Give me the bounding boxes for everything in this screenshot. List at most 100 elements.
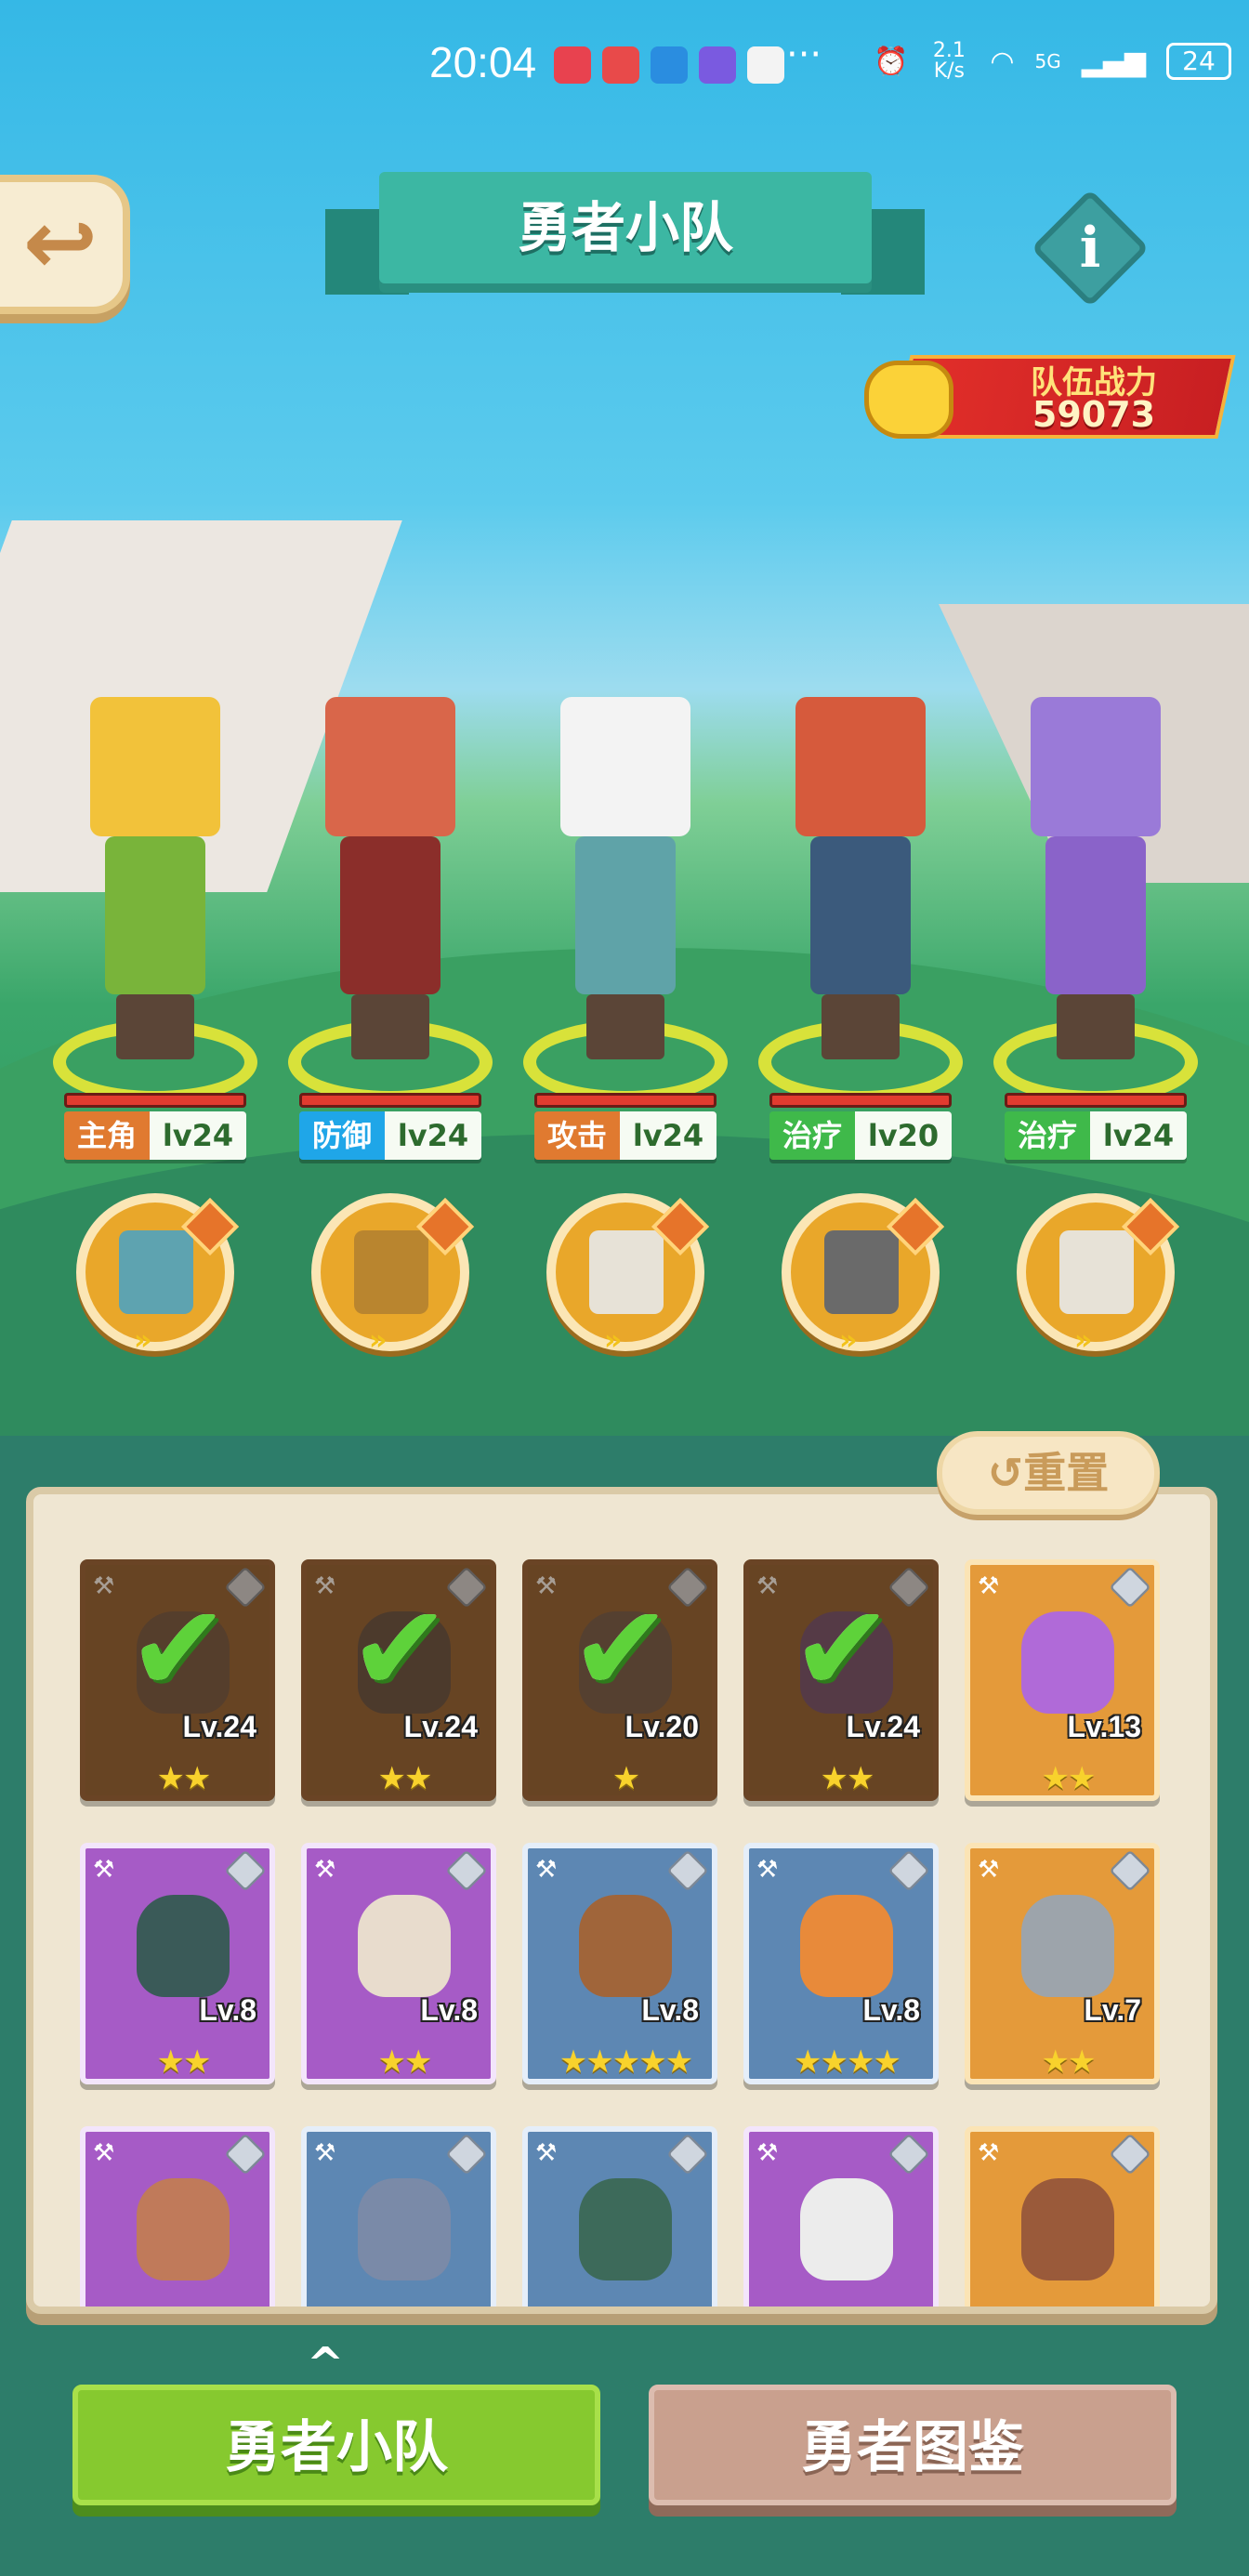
class-icon: ⚒ (93, 1856, 115, 1884)
hero-face (579, 2178, 672, 2280)
class-icon: ⚒ (535, 1572, 558, 1600)
selected-check-icon: ✔ (570, 1578, 672, 1719)
hero-role-tag: 治疗 lv20 (769, 1111, 952, 1160)
hero-roster-panel[interactable]: ⚒ ✔ Lv.24 ★★ ⚒ ✔ Lv.24 ★★ ⚒ ✔ Lv.20 ★ ⚒ … (26, 1487, 1217, 2314)
hero-figure[interactable] (542, 595, 709, 1059)
pet-slot[interactable]: » (1017, 1193, 1180, 1357)
hero-hp-bar (534, 1093, 717, 1108)
pet-slot[interactable]: » (546, 1193, 710, 1357)
hero-face (1021, 2178, 1114, 2280)
pet-upgrade-arrows: » (369, 1324, 388, 1357)
hero-legs (586, 994, 664, 1059)
selected-check-icon: ✔ (127, 1578, 230, 1719)
weather-icon (651, 46, 688, 84)
app-notification-icon (602, 46, 639, 84)
back-arrow-icon: ↩ (22, 191, 99, 295)
hero-slot[interactable]: 攻击 lv24 » (519, 595, 732, 1357)
hero-figure[interactable] (1012, 595, 1179, 1059)
hero-face (137, 2178, 230, 2280)
more-notifications-icon: ··· (786, 33, 822, 76)
hero-card[interactable]: ⚒ Lv.8 ★★★★★ (522, 1843, 717, 2084)
pet-upgrade-arrows: » (134, 1324, 152, 1357)
hero-card[interactable]: ⚒ (965, 2126, 1160, 2307)
pet-upgrade-arrows: » (604, 1324, 623, 1357)
hero-role: 治疗 (769, 1111, 855, 1160)
card-stars: ★★ (1041, 1760, 1097, 1797)
pet-icon (589, 1230, 664, 1314)
pet-slot[interactable]: » (311, 1193, 475, 1357)
hero-hp-bar (64, 1093, 246, 1108)
hero-legs (1057, 994, 1135, 1059)
hero-card[interactable]: ⚒ (743, 2126, 939, 2307)
title-ribbon: 勇者小队 (325, 172, 925, 302)
card-stars: ★★ (156, 1760, 212, 1797)
hero-card[interactable]: ⚒ (522, 2126, 717, 2307)
class-icon: ⚒ (978, 2139, 1000, 2167)
music-icon (699, 46, 736, 84)
hero-body (810, 836, 911, 994)
pet-slot[interactable]: » (76, 1193, 240, 1357)
status-time: 20:04 (429, 38, 537, 86)
info-icon: i (1079, 216, 1101, 281)
hero-card[interactable]: ⚒ Lv.8 ★★★★ (743, 1843, 939, 2084)
hero-face (800, 2178, 893, 2280)
hero-slot[interactable]: 主角 lv24 » (48, 595, 262, 1357)
card-level: Lv.8 (420, 1993, 478, 2027)
card-stars: ★★★★★ (559, 2044, 693, 2081)
class-icon: ⚒ (756, 1572, 779, 1600)
hero-face (358, 1895, 451, 1997)
hero-head (560, 697, 690, 836)
hero-figure[interactable] (72, 595, 239, 1059)
hero-card[interactable]: ⚒ Lv.13 ★★ (965, 1559, 1160, 1801)
pet-icon (354, 1230, 428, 1314)
hero-level: lv24 (620, 1111, 717, 1160)
hero-card[interactable]: ⚒ ✔ Lv.20 ★ (522, 1559, 717, 1801)
hero-role: 治疗 (1005, 1111, 1090, 1160)
hero-legs (351, 994, 429, 1059)
reset-button[interactable]: ↺重置 (937, 1431, 1160, 1515)
selected-check-icon: ✔ (348, 1578, 451, 1719)
hero-face (1021, 1611, 1114, 1714)
hero-slot[interactable]: 防御 lv24 » (283, 595, 497, 1357)
class-icon: ⚒ (535, 2139, 558, 2167)
hero-card[interactable]: ⚒ (301, 2126, 496, 2307)
pet-slot[interactable]: » (782, 1193, 945, 1357)
battery-icon: 24 (1166, 43, 1231, 80)
pet-upgrade-arrows: » (1074, 1324, 1093, 1357)
hero-legs (822, 994, 900, 1059)
card-stars: ★★ (820, 1760, 875, 1797)
class-icon: ⚒ (756, 2139, 779, 2167)
tab-hero-guide[interactable]: 勇者图鉴 (649, 2385, 1177, 2505)
hero-card[interactable]: ⚒ ✔ Lv.24 ★★ (80, 1559, 275, 1801)
hero-head (1031, 697, 1161, 836)
hero-card[interactable]: ⚒ ✔ Lv.24 ★★ (301, 1559, 496, 1801)
card-level: Lv.24 (182, 1710, 256, 1743)
class-icon: ⚒ (535, 1856, 558, 1884)
hero-hp-bar (299, 1093, 481, 1108)
hero-figure[interactable] (777, 595, 944, 1059)
card-stars: ★★ (377, 1760, 433, 1797)
hero-slot[interactable]: 治疗 lv24 » (989, 595, 1203, 1357)
hero-card[interactable]: ⚒ Lv.7 ★★ (965, 1843, 1160, 2084)
net-speed: 2.1 K/s (932, 39, 966, 83)
card-stars: ★★ (1041, 2044, 1097, 2081)
card-stars: ★★★★ (794, 2044, 901, 2081)
hero-role: 防御 (299, 1111, 385, 1160)
status-right: ⏰ 2.1 K/s ◠ 5G ▂▄▆ 24 (874, 41, 1231, 82)
card-level: Lv.13 (1067, 1710, 1141, 1743)
hero-card[interactable]: ⚒ Lv.8 ★★ (80, 1843, 275, 2084)
tab-hero-team[interactable]: 勇者小队 (72, 2385, 600, 2505)
hero-role-tag: 防御 lv24 (299, 1111, 481, 1160)
hero-card[interactable]: ⚒ Lv.8 ★★ (301, 1843, 496, 2084)
back-button[interactable]: ↩ (0, 175, 130, 314)
hero-card[interactable]: ⚒ (80, 2126, 275, 2307)
hero-body (1045, 836, 1146, 994)
wifi-icon: ◠ (990, 45, 1015, 78)
hero-figure[interactable] (307, 595, 474, 1059)
hero-card[interactable]: ⚒ ✔ Lv.24 ★★ (743, 1559, 939, 1801)
hero-body (340, 836, 440, 994)
hero-role-tag: 攻击 lv24 (534, 1111, 717, 1160)
hero-slot[interactable]: 治疗 lv20 » (754, 595, 967, 1357)
chevron-up-icon[interactable]: ^ (307, 2338, 344, 2390)
team-power-banner: 队伍战力 59073 (864, 351, 1236, 444)
